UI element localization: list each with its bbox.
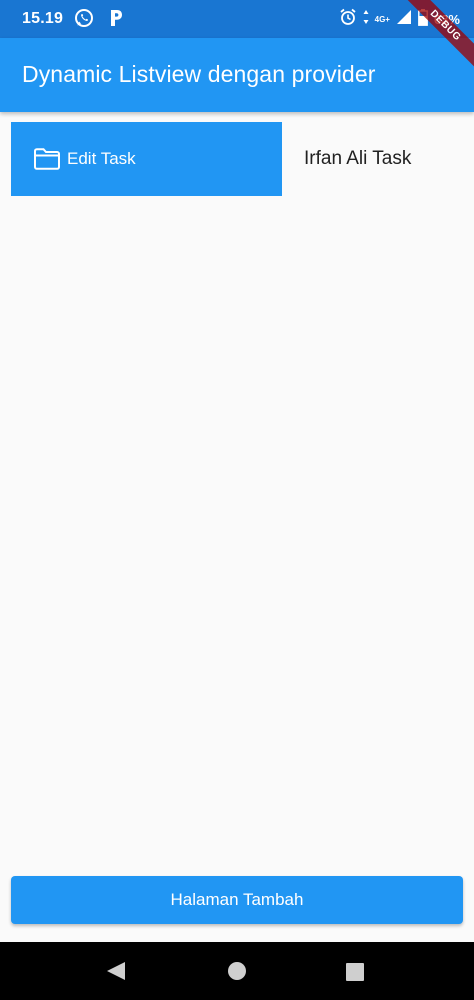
battery-percentage: 63% [433,12,460,27]
p-app-icon [108,8,124,33]
list-item: Edit Task Irfan Ali Task [0,112,474,206]
screen: 15.19 4G+ 63% DEBUG Dynamic Listview den… [0,0,474,1000]
recents-icon[interactable] [345,962,365,987]
network-label: 4G+ [374,14,390,24]
status-right-icons: 4G+ 63% [339,8,460,31]
alarm-icon [339,8,357,31]
whatsapp-icon [74,8,94,33]
task-title: Irfan Ali Task [304,148,412,169]
network-arrows-icon [363,9,369,30]
back-icon[interactable] [106,961,126,986]
home-icon[interactable] [227,961,247,986]
navigation-bar [0,942,474,1000]
status-time: 15.19 [22,10,64,27]
signal-icon [396,9,412,30]
task-list: Edit Task Irfan Ali Task [0,112,474,206]
page-title: Dynamic Listview dengan provider [22,61,376,87]
app-bar: Dynamic Listview dengan provider [0,38,474,112]
status-left-icons [74,8,124,33]
status-bar: 15.19 4G+ 63% [0,0,474,38]
halaman-tambah-button[interactable]: Halaman Tambah [11,876,463,924]
edit-task-label: Edit Task [67,149,136,168]
edit-task-button[interactable]: Edit Task [11,122,282,196]
folder-icon [33,148,61,170]
battery-icon [418,8,428,31]
